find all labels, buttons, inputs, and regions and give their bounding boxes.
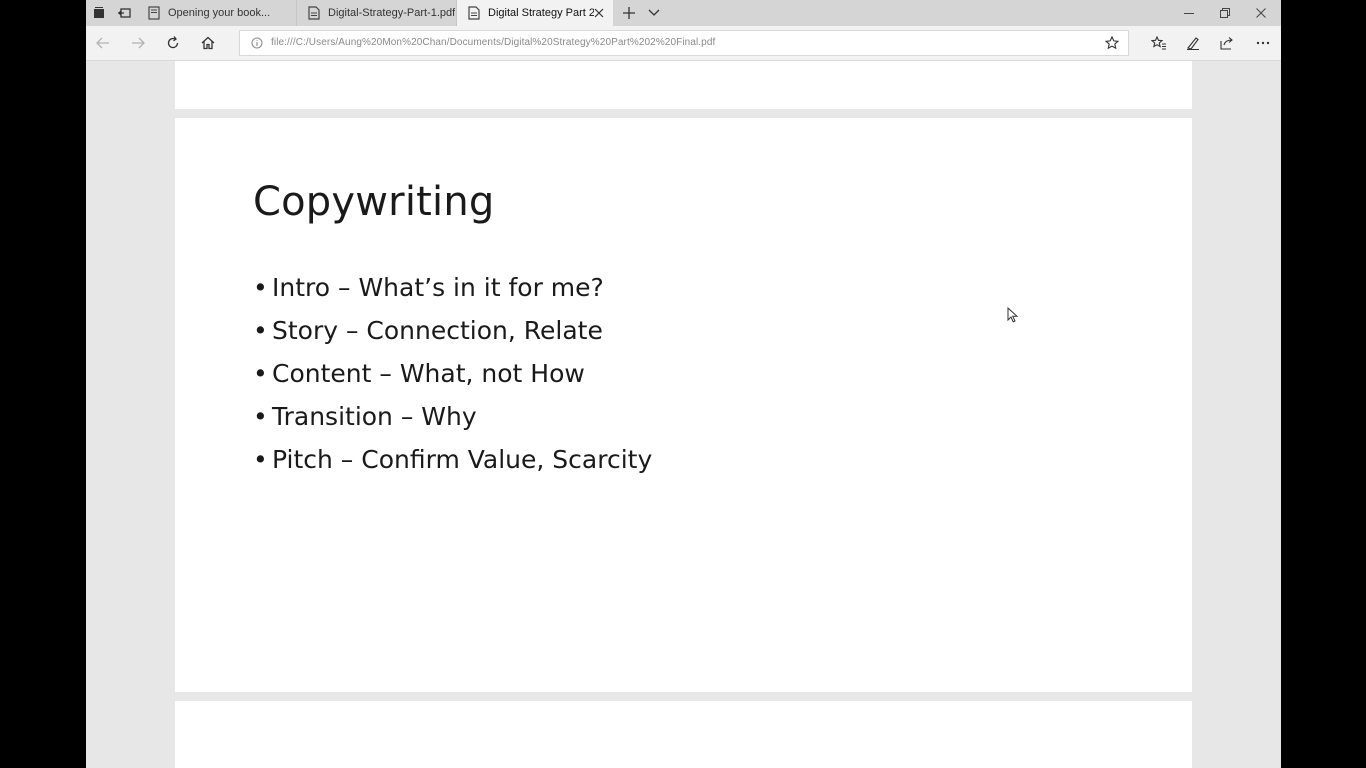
tab-label: Digital-Strategy-Part-1.pdf	[328, 7, 456, 19]
tab-digital-strategy-part-1[interactable]: Digital-Strategy-Part-1.pdf	[297, 0, 457, 26]
new-tab-icon[interactable]	[620, 4, 638, 22]
pdf-viewer[interactable]: Copywriting • Intro – What’s in it for me…	[86, 61, 1281, 768]
address-text[interactable]: file:///C:/Users/Aung%20Mon%20Chan/Docum…	[271, 37, 715, 48]
bullet-dot: •	[253, 316, 268, 345]
address-bar[interactable]: file:///C:/Users/Aung%20Mon%20Chan/Docum…	[239, 30, 1129, 56]
pdf-page-previous	[175, 61, 1192, 109]
bullet-item: • Content – What, not How	[253, 357, 652, 400]
bullet-dot: •	[253, 402, 268, 431]
pdf-page-next	[175, 701, 1192, 768]
share-icon[interactable]	[1216, 32, 1238, 54]
bullet-text: Pitch – Confirm Value, Scarcity	[272, 445, 653, 474]
tab-opening-book[interactable]: Opening your book...	[137, 0, 297, 26]
forward-icon[interactable]	[126, 31, 150, 55]
bullet-dot: •	[253, 273, 268, 302]
bullet-list: • Intro – What’s in it for me? • Story – C…	[253, 271, 652, 486]
close-tab-icon[interactable]	[591, 5, 607, 21]
tab-bar: Opening your book... Digital-Strategy-Pa…	[86, 0, 1281, 26]
favorites-icon[interactable]	[1148, 32, 1170, 54]
bullet-text: Content – What, not How	[272, 359, 585, 388]
tab-preview-icon[interactable]	[90, 4, 108, 22]
pen-icon[interactable]	[1182, 32, 1204, 54]
navigation-toolbar: file:///C:/Users/Aung%20Mon%20Chan/Docum…	[86, 26, 1281, 61]
pdf-icon	[466, 5, 482, 21]
back-icon[interactable]	[91, 31, 115, 55]
pdf-page: Copywriting • Intro – What’s in it for me…	[175, 118, 1192, 692]
minimize-icon[interactable]	[1171, 0, 1207, 26]
bullet-text: Intro – What’s in it for me?	[272, 273, 604, 302]
refresh-icon[interactable]	[161, 31, 185, 55]
tab-label: Digital Strategy Part 2 F	[488, 7, 594, 19]
more-icon[interactable]	[1252, 32, 1274, 54]
slide-title: Copywriting	[253, 179, 495, 225]
home-icon[interactable]	[196, 31, 220, 55]
bullet-text: Story – Connection, Relate	[272, 316, 603, 345]
close-window-icon[interactable]	[1243, 0, 1279, 26]
add-favorite-star-icon[interactable]	[1104, 35, 1120, 51]
tab-digital-strategy-part-2[interactable]: Digital Strategy Part 2 F	[457, 0, 613, 26]
browser-window: Opening your book... Digital-Strategy-Pa…	[86, 0, 1281, 768]
tab-label: Opening your book...	[168, 7, 271, 19]
set-aside-tabs-icon[interactable]	[115, 4, 133, 22]
site-info-icon[interactable]	[250, 36, 264, 50]
bullet-dot: •	[253, 445, 268, 474]
tab-list-chevron-icon[interactable]	[645, 4, 663, 22]
book-icon	[146, 5, 162, 21]
bullet-dot: •	[253, 359, 268, 388]
bullet-text: Transition – Why	[272, 402, 477, 431]
bullet-item: • Pitch – Confirm Value, Scarcity	[253, 443, 652, 486]
bullet-item: • Intro – What’s in it for me?	[253, 271, 652, 314]
bullet-item: • Story – Connection, Relate	[253, 314, 652, 357]
pdf-icon	[306, 5, 322, 21]
mouse-cursor-icon	[1007, 307, 1019, 323]
bullet-item: • Transition – Why	[253, 400, 652, 443]
restore-icon[interactable]	[1207, 0, 1243, 26]
